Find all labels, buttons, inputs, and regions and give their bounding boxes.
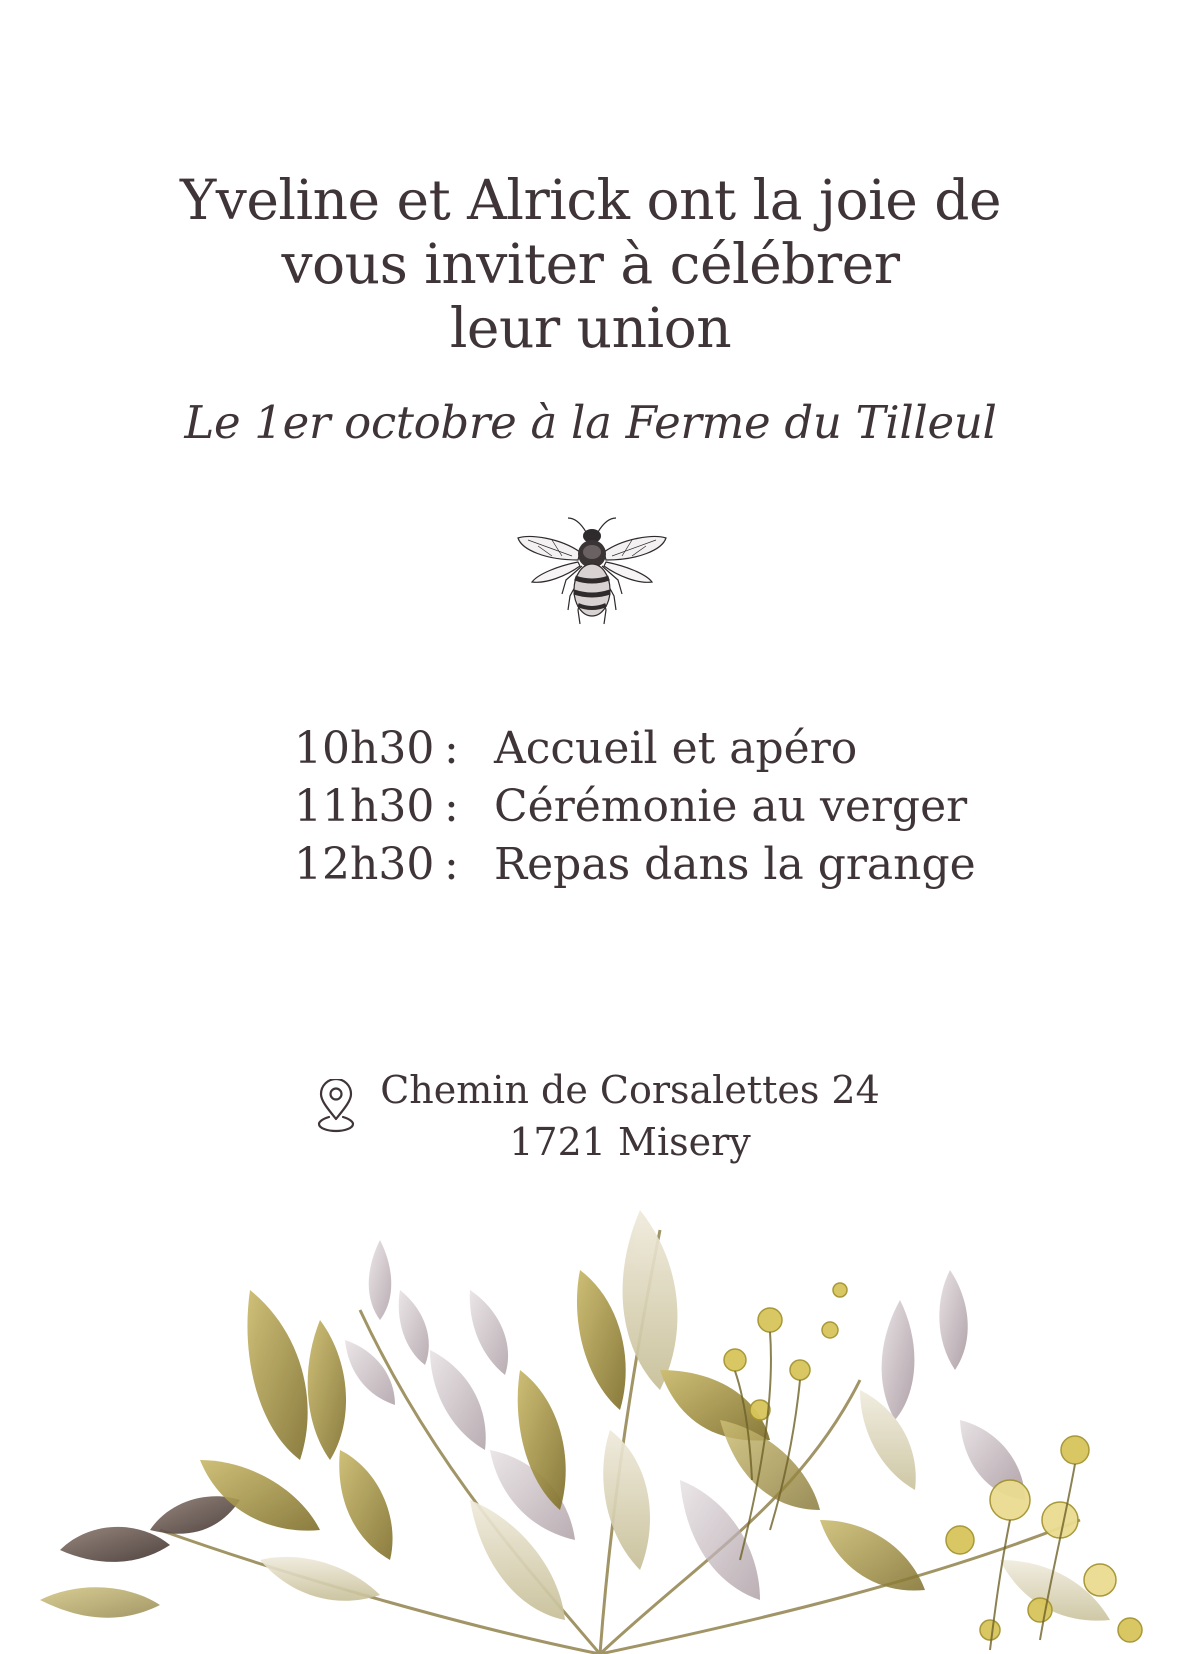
schedule-row: 12h30 : Repas dans la grange [294,836,976,894]
schedule-separator: : [444,839,459,890]
headline: Yveline et Alrick ont la joie de vous in… [0,168,1181,360]
headline-line-2: vous inviter à célébrer [281,232,900,296]
location-pin-icon [317,1079,355,1133]
address: Chemin de Corsalettes 24 1721 Misery [380,1064,880,1168]
invitation-card: Yveline et Alrick ont la joie de vous in… [0,0,1181,1654]
schedule-time: 11h30 [294,781,435,832]
schedule-time: 12h30 [294,839,435,890]
headline-line-3: leur union [449,296,732,360]
bee-icon [517,517,667,625]
schedule-row: 11h30 : Cérémonie au verger [294,778,976,836]
schedule-separator: : [444,723,459,774]
schedule-event: Accueil et apéro [494,723,858,774]
schedule-event: Repas dans la grange [494,839,976,890]
schedule-event: Cérémonie au verger [494,781,968,832]
headline-line-1: Yveline et Alrick ont la joie de [179,168,1002,232]
schedule-row: 10h30 : Accueil et apéro [294,720,976,778]
floral-decoration [40,1210,1143,1654]
address-city: 1721 Misery [509,1120,751,1164]
address-street: Chemin de Corsalettes 24 [380,1068,880,1112]
schedule: 10h30 : Accueil et apéro 11h30 : Cérémon… [294,720,976,894]
schedule-time: 10h30 [294,723,435,774]
schedule-separator: : [444,781,459,832]
date-location-subtitle: Le 1er octobre à la Ferme du Tilleul [184,396,997,449]
